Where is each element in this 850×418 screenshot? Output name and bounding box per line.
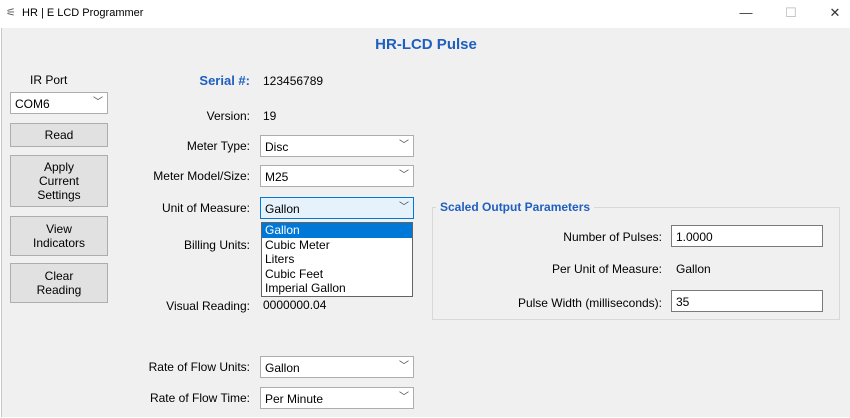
- visual-reading-value: 0000000.04: [263, 298, 327, 312]
- clear-label-line2: Reading: [36, 283, 82, 297]
- clear-label-line1: Clear: [44, 269, 74, 283]
- page-title: HR-LCD Pulse: [375, 36, 477, 53]
- version-label: Version:: [206, 109, 250, 123]
- meter-type-value: Disc: [265, 140, 289, 154]
- scaled-output-title: Scaled Output Parameters: [436, 200, 595, 214]
- ir-port-label: IR Port: [30, 73, 68, 87]
- meter-model-value: M25: [265, 170, 289, 184]
- rate-of-flow-units-label: Rate of Flow Units:: [148, 360, 250, 374]
- per-unit-value: Gallon: [676, 262, 711, 276]
- clear-reading-button[interactable]: Clear Reading: [10, 263, 108, 303]
- window-title: HR | E LCD Programmer: [22, 7, 144, 19]
- number-of-pulses-input[interactable]: 1.0000: [671, 225, 823, 247]
- chevron-down-icon: ﹀: [399, 170, 409, 181]
- rate-of-flow-units-select[interactable]: Gallon ﹀: [260, 356, 414, 378]
- pulse-width-input[interactable]: 35: [671, 290, 823, 312]
- apply-label-line1: Apply: [43, 160, 75, 174]
- visual-reading-label: Visual Reading:: [166, 299, 250, 313]
- view-indicators-button[interactable]: View Indicators: [10, 216, 108, 256]
- read-button-label: Read: [44, 128, 74, 142]
- serial-label: Serial #:: [199, 73, 250, 88]
- chevron-down-icon: ﹀: [399, 361, 409, 372]
- chevron-down-icon: ﹀: [399, 392, 409, 403]
- meter-model-select[interactable]: M25 ﹀: [260, 165, 414, 187]
- number-of-pulses-label: Number of Pulses:: [563, 230, 662, 244]
- read-button[interactable]: Read: [10, 123, 108, 147]
- dropdown-option-liters[interactable]: Liters: [262, 252, 412, 267]
- meter-type-label: Meter Type:: [186, 139, 250, 153]
- title-bar: ⚟ HR | E LCD Programmer — ☐ ✕: [0, 0, 850, 28]
- unit-of-measure-label: Unit of Measure:: [161, 201, 250, 215]
- ir-port-value: COM6: [15, 97, 50, 111]
- number-of-pulses-value: 1.0000: [676, 230, 713, 244]
- ir-port-select[interactable]: COM6 ﹀: [10, 92, 108, 114]
- minimize-button[interactable]: —: [731, 2, 761, 24]
- app-icon: ⚟: [6, 7, 16, 19]
- unit-of-measure-value: Gallon: [265, 202, 300, 216]
- unit-of-measure-select[interactable]: Gallon ﹀: [260, 197, 414, 219]
- dropdown-option-cubic-meter[interactable]: Cubic Meter: [262, 238, 412, 253]
- chevron-down-icon: ﹀: [399, 202, 409, 213]
- dropdown-option-gallon[interactable]: Gallon: [262, 223, 412, 238]
- pulse-width-value: 35: [676, 295, 690, 309]
- meter-type-select[interactable]: Disc ﹀: [260, 135, 414, 157]
- serial-value: 123456789: [263, 74, 324, 88]
- view-label-line2: Indicators: [32, 236, 86, 250]
- main-panel: HR-LCD Pulse IR Port COM6 ﹀ Read Apply C…: [1, 28, 850, 417]
- unit-of-measure-dropdown: Gallon Cubic Meter Liters Cubic Feet Imp…: [261, 222, 413, 297]
- pulse-width-label: Pulse Width (milliseconds):: [517, 296, 662, 310]
- apply-label-line2: Current: [38, 174, 79, 188]
- view-label-line1: View: [46, 222, 72, 236]
- rate-of-flow-units-value: Gallon: [265, 361, 300, 375]
- chevron-down-icon: ﹀: [93, 97, 103, 108]
- per-unit-label: Per Unit of Measure:: [551, 262, 662, 276]
- rate-of-flow-time-select[interactable]: Per Minute ﹀: [260, 387, 414, 409]
- version-value: 19: [263, 109, 277, 123]
- dropdown-option-imperial-gallon[interactable]: Imperial Gallon: [262, 281, 412, 296]
- rate-of-flow-time-value: Per Minute: [265, 392, 324, 406]
- meter-model-label: Meter Model/Size:: [153, 169, 250, 183]
- apply-current-settings-button[interactable]: Apply Current Settings: [10, 155, 108, 207]
- dropdown-option-cubic-feet[interactable]: Cubic Feet: [262, 267, 412, 282]
- billing-units-label: Billing Units:: [183, 238, 250, 252]
- close-button[interactable]: ✕: [820, 2, 850, 24]
- rate-of-flow-time-label: Rate of Flow Time:: [149, 391, 250, 405]
- chevron-down-icon: ﹀: [399, 140, 409, 151]
- maximize-button[interactable]: ☐: [776, 2, 806, 24]
- apply-label-line3: Settings: [37, 188, 81, 202]
